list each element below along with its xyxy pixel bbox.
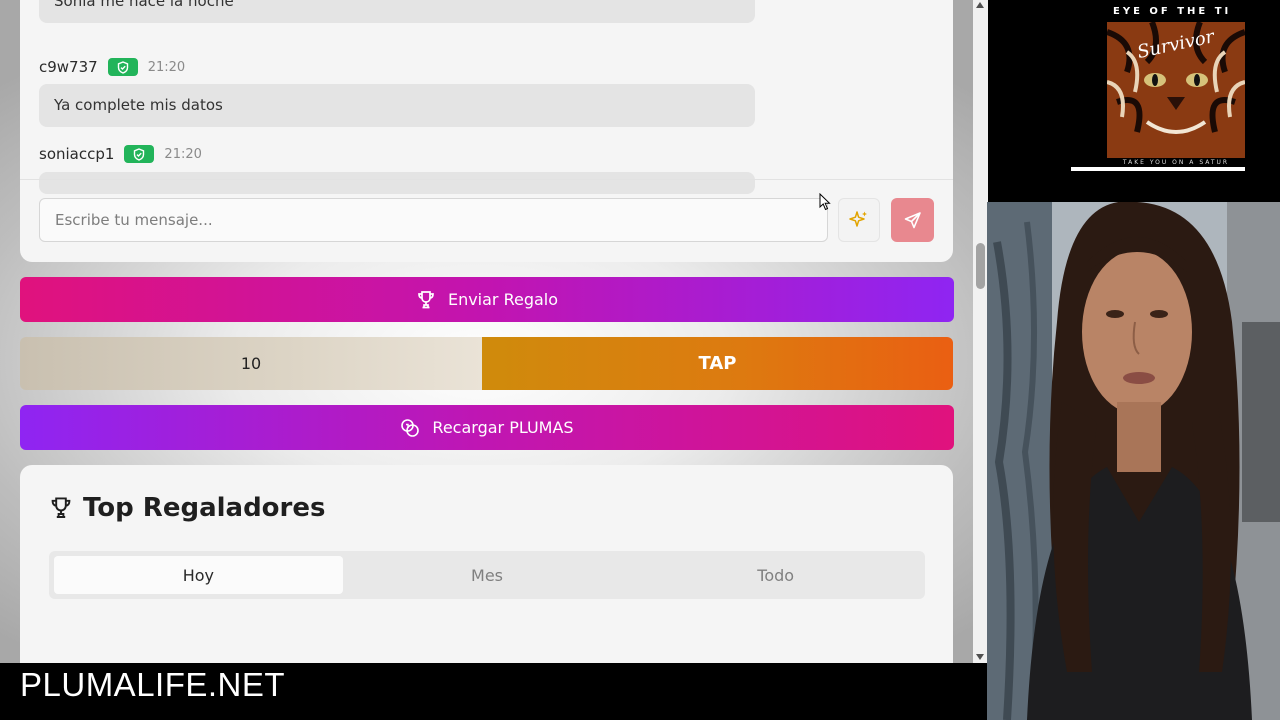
verified-badge-icon	[124, 145, 155, 163]
brand-watermark: PLUMALIFE.NET	[20, 666, 286, 703]
message-input[interactable]	[39, 198, 828, 242]
verified-badge-icon	[107, 58, 138, 76]
page-scrollbar[interactable]	[973, 0, 988, 663]
webcam-feed	[987, 202, 1280, 720]
chat-username[interactable]: c9w737	[39, 58, 98, 76]
tab-all[interactable]: Todo	[631, 556, 920, 594]
album-title: EYE OF THE TI	[1107, 0, 1245, 22]
reload-plumas-button[interactable]: Recargar PLUMAS	[20, 405, 954, 450]
scroll-up-arrow-icon[interactable]	[976, 2, 984, 8]
send-icon	[904, 212, 921, 229]
chat-timestamp: 21:20	[164, 146, 202, 162]
trophy-icon	[418, 290, 434, 308]
chat-divider	[20, 179, 953, 180]
chat-message-header: soniaccp1 21:20	[39, 143, 202, 165]
send-gift-label: Enviar Regalo	[447, 290, 559, 309]
period-tabs: Hoy Mes Todo	[49, 551, 925, 599]
top-givers-heading: Top Regaladores	[49, 493, 325, 523]
scrollbar-thumb[interactable]	[976, 243, 985, 289]
chat-username[interactable]: soniaccp1	[39, 145, 114, 163]
sparkles-icon	[849, 211, 867, 227]
trophy-icon	[51, 497, 71, 518]
tiger-face-image: Survivor	[1107, 22, 1245, 158]
send-button[interactable]	[891, 198, 934, 242]
cursor-icon	[819, 193, 831, 211]
tab-month[interactable]: Mes	[343, 556, 632, 594]
coins-icon	[401, 418, 420, 437]
reload-plumas-label: Recargar PLUMAS	[432, 418, 574, 437]
top-givers-title: Top Regaladores	[83, 493, 326, 523]
chat-message-bubble	[39, 172, 755, 194]
chat-timestamp: 21:20	[147, 59, 186, 75]
streamer-video-image	[987, 202, 1280, 720]
tap-button[interactable]: TAP	[482, 337, 953, 390]
chat-message-bubble: Ya complete mis datos	[39, 84, 755, 127]
album-cover: EYE OF THE TI Survivor TAKE YOU ON A SAT…	[1107, 0, 1245, 168]
chat-message-bubble: Sonia me hace la noche	[39, 0, 755, 23]
chat-panel: Sonia me hace la noche c9w737 21:20 Ya c…	[20, 0, 953, 262]
ai-suggest-button[interactable]	[838, 198, 880, 242]
scroll-down-arrow-icon[interactable]	[976, 654, 984, 660]
send-gift-button[interactable]: Enviar Regalo	[20, 277, 954, 322]
album-underline	[1071, 167, 1245, 171]
tap-counter: 10	[20, 337, 482, 390]
top-givers-panel: Top Regaladores Hoy Mes Todo	[20, 465, 953, 663]
browser-viewport: Sonia me hace la noche c9w737 21:20 Ya c…	[0, 0, 988, 663]
chat-message-header: c9w737 21:20	[39, 56, 185, 78]
tab-today[interactable]: Hoy	[54, 556, 343, 594]
